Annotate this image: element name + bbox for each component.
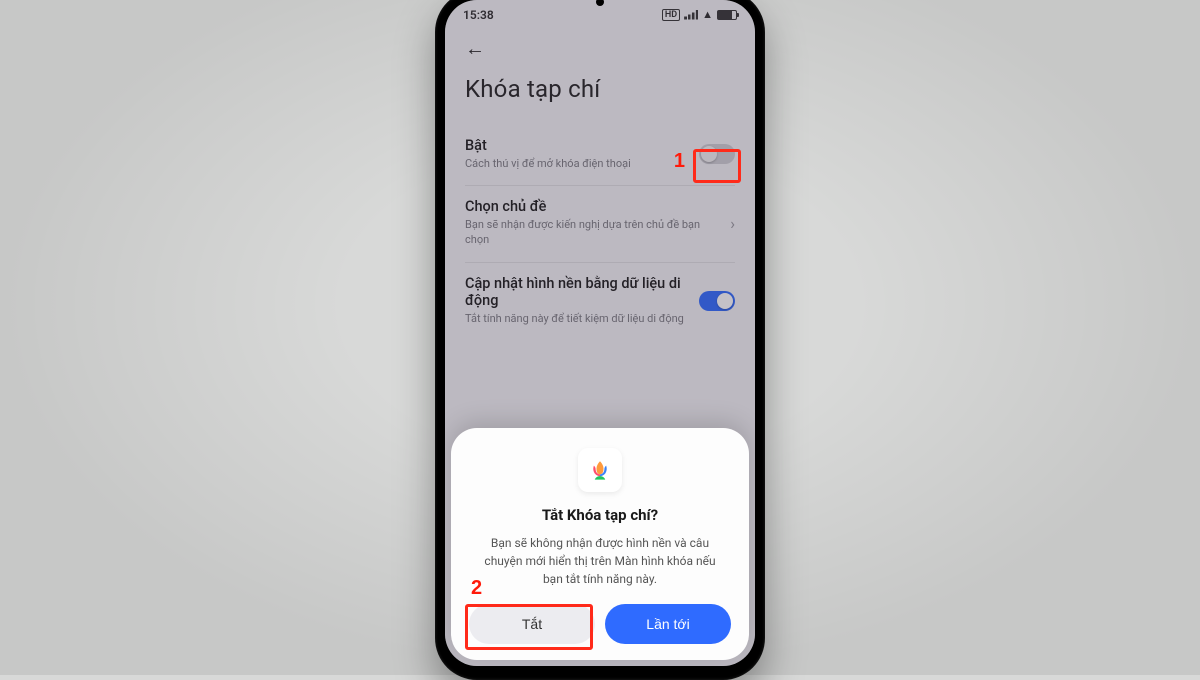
dialog-body: Bạn sẽ không nhận được hình nền và câu c… — [469, 534, 731, 604]
tulip-icon — [586, 456, 614, 484]
app-icon — [578, 448, 622, 492]
signal-icon — [684, 10, 698, 20]
row-mobile-data-sub: Tắt tính năng này để tiết kiệm dữ liệu d… — [465, 312, 689, 327]
row-theme-sub: Bạn sẽ nhận được kiến nghị dựa trên chủ … — [465, 218, 720, 248]
next-time-button[interactable]: Lần tới — [605, 604, 731, 644]
phone-frame: 15:38 HD ▲ ← Khóa tạp chí Bật Cách thú v… — [435, 0, 765, 680]
row-enable[interactable]: Bật Cách thú vị để mở khóa điện thoại — [465, 125, 735, 187]
row-theme-title: Chọn chủ đề — [465, 198, 720, 215]
row-mobile-data-title: Cập nhật hình nền bằng dữ liệu di động — [465, 275, 689, 309]
settings-page: ← Khóa tạp chí Bật Cách thú vị để mở khó… — [445, 22, 755, 341]
phone-screen: 15:38 HD ▲ ← Khóa tạp chí Bật Cách thú v… — [445, 0, 755, 666]
row-enable-sub: Cách thú vị để mở khóa điện thoại — [465, 157, 689, 172]
dialog-title: Tắt Khóa tạp chí? — [469, 506, 731, 524]
row-mobile-data[interactable]: Cập nhật hình nền bằng dữ liệu di động T… — [465, 263, 735, 341]
row-theme[interactable]: Chọn chủ đề Bạn sẽ nhận được kiến nghị d… — [465, 186, 735, 263]
back-arrow-icon[interactable]: ← — [465, 30, 485, 67]
mobile-data-toggle[interactable] — [699, 291, 735, 311]
enable-toggle[interactable] — [699, 144, 735, 164]
status-time: 15:38 — [463, 8, 494, 22]
confirm-dialog: Tắt Khóa tạp chí? Bạn sẽ không nhận được… — [451, 428, 749, 660]
hd-icon: HD — [662, 9, 680, 21]
wifi-icon: ▲ — [702, 8, 713, 21]
row-enable-title: Bật — [465, 137, 689, 154]
battery-icon — [717, 10, 737, 20]
turn-off-button[interactable]: Tắt — [469, 604, 595, 644]
chevron-right-icon: › — [730, 214, 735, 233]
status-indicators: HD ▲ — [662, 8, 737, 21]
page-title: Khóa tạp chí — [465, 75, 735, 103]
